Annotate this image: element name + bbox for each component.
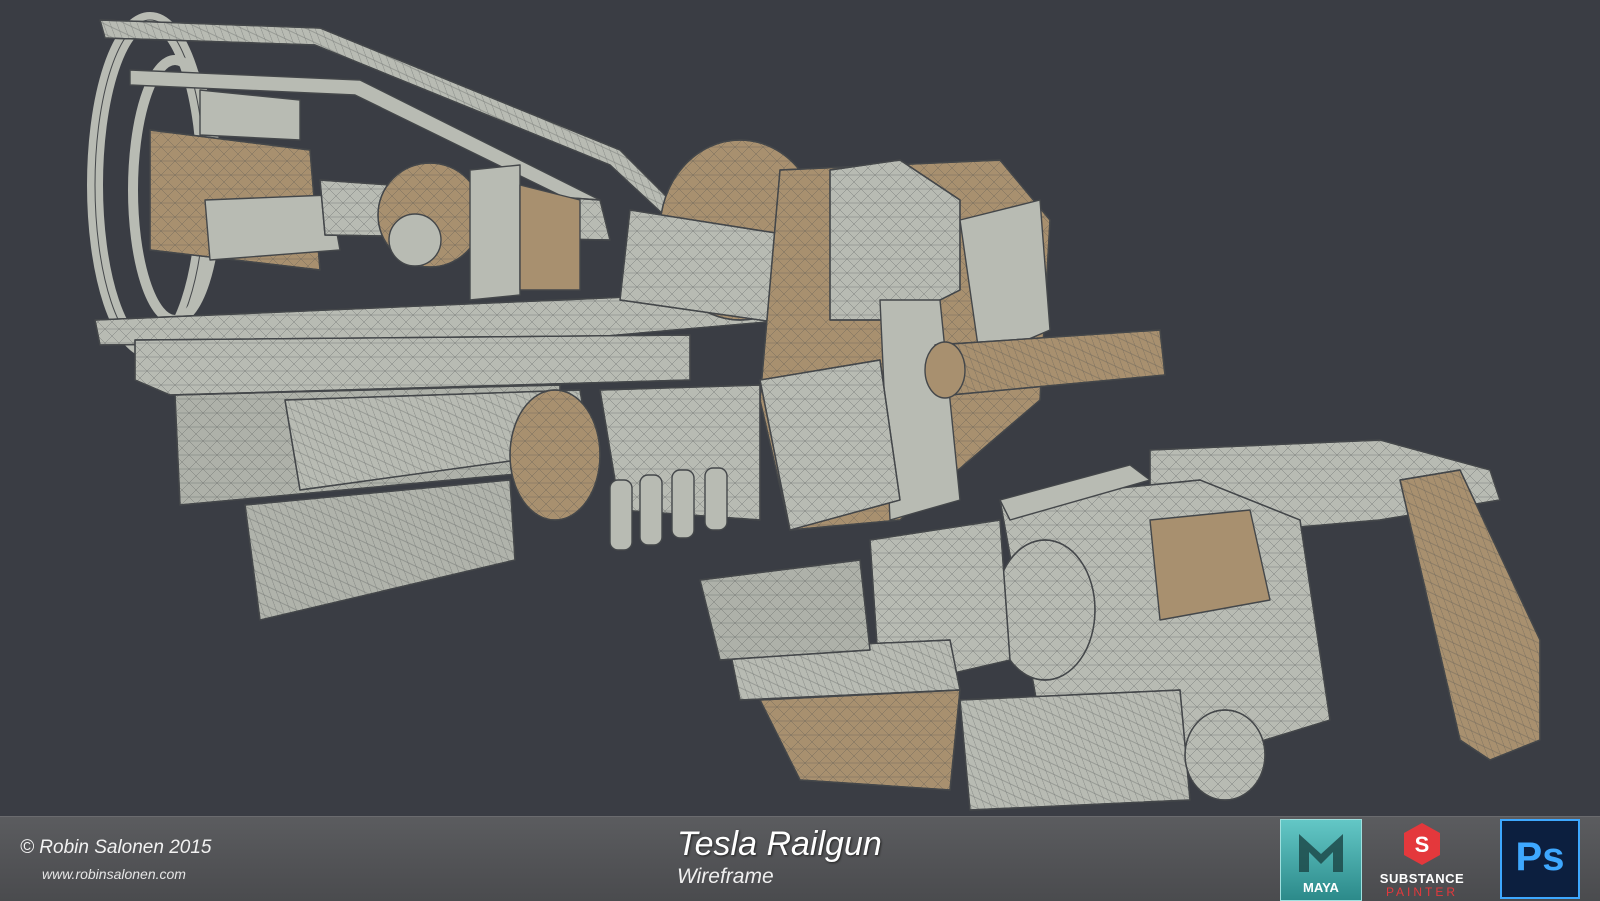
page-title: Tesla Railgun [677, 825, 882, 863]
maya-logo: MAYA [1280, 819, 1362, 901]
wireframe-render [87, 12, 1541, 811]
svg-text:S: S [1415, 832, 1430, 857]
maya-m-icon [1299, 834, 1343, 872]
substance-label: SUBSTANCE [1379, 871, 1465, 886]
copyright-text: © Robin Salonen 2015 [20, 837, 212, 858]
footer-bar: © Robin Salonen 2015 www.robinsalonen.co… [0, 816, 1600, 901]
website-link[interactable]: www.robinsalonen.com [42, 866, 186, 882]
substance-painter-logo: S SUBSTANCE PAINTER [1372, 819, 1472, 899]
photoshop-label: Ps [1515, 835, 1565, 879]
substance-hex-icon: S [1404, 823, 1440, 865]
maya-label: MAYA [1303, 880, 1339, 895]
railgun-front-view [87, 12, 1166, 621]
substance-sub-label: PAINTER [1385, 885, 1459, 899]
page-subtitle: Wireframe [677, 865, 774, 888]
photoshop-logo: Ps [1500, 819, 1580, 899]
